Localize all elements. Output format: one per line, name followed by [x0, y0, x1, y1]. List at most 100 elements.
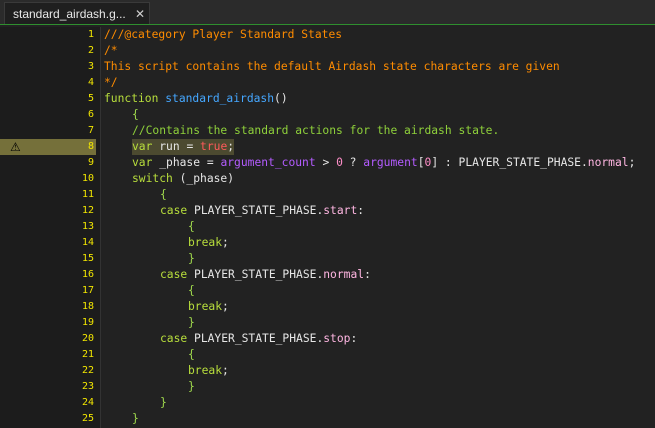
code-text: case PLAYER_STATE_PHASE.normal: — [160, 267, 371, 283]
line-number: 1 — [87, 29, 94, 40]
code-token: (_phase) — [179, 172, 235, 185]
line-number: 3 — [87, 61, 94, 72]
code-text: This script contains the default Airdash… — [104, 59, 560, 75]
code-line[interactable]: 6{ — [0, 107, 655, 123]
code-line[interactable]: 21 { — [0, 347, 655, 363]
code-text: } — [160, 395, 167, 411]
code-line[interactable]: 25} — [0, 411, 655, 427]
line-number: 21 — [81, 349, 94, 360]
line-number: 18 — [81, 301, 94, 312]
line-number: 25 — [81, 413, 94, 424]
code-token: = — [206, 156, 221, 169]
code-line[interactable]: 1 ///@category Player Standard States — [0, 27, 655, 43]
code-line[interactable]: 5 function standard_airdash() — [0, 91, 655, 107]
code-line[interactable]: 3 This script contains the default Airdas… — [0, 59, 655, 75]
code-token: ] : — [431, 156, 459, 169]
code-token: break — [188, 364, 223, 377]
code-token: PLAYER_STATE_PHASE. — [194, 204, 324, 217]
code-token: argument_count — [220, 156, 316, 169]
code-token: () — [274, 92, 288, 105]
code-text: { — [160, 187, 167, 203]
code-token: PLAYER_STATE_PHASE. — [194, 268, 324, 281]
code-text: var run = true; — [132, 139, 235, 155]
code-text: } — [188, 379, 195, 395]
code-token: 0 — [336, 156, 343, 169]
code-line[interactable]: 11 { — [0, 187, 655, 203]
code-line[interactable]: 9 var _phase = argument_count > 0 ? argum… — [0, 155, 655, 171]
code-line[interactable]: 8 ⚠ var run = true; — [0, 139, 655, 155]
code-token: { — [188, 220, 195, 233]
code-token: case — [160, 204, 195, 217]
code-line[interactable]: 22 break; — [0, 363, 655, 379]
code-line[interactable]: 15} — [0, 251, 655, 267]
code-token: switch — [132, 172, 180, 185]
code-text: } — [132, 411, 139, 427]
line-number: 2 — [87, 45, 94, 56]
code-text: ///@category Player Standard States — [104, 27, 342, 43]
code-line[interactable]: 17 { — [0, 283, 655, 299]
code-line[interactable]: 7 //Contains the standard actions for the… — [0, 123, 655, 139]
line-number: 22 — [81, 365, 94, 376]
code-line[interactable]: 2 /* — [0, 43, 655, 59]
code-token: : — [364, 268, 371, 281]
code-text: break; — [188, 299, 229, 315]
code-token: _phase — [159, 156, 207, 169]
code-line[interactable]: 12 case PLAYER_STATE_PHASE.start: — [0, 203, 655, 219]
code-token: function — [104, 92, 166, 105]
code-token: } — [188, 316, 195, 329]
code-token: var — [132, 156, 160, 169]
line-number: 4 — [87, 77, 94, 88]
code-token: case — [160, 268, 195, 281]
code-line[interactable]: 19} — [0, 315, 655, 331]
warning-icon[interactable]: ⚠ — [10, 140, 21, 154]
tab-label: standard_airdash.g... — [13, 6, 126, 21]
code-token: normal — [323, 268, 365, 281]
code-line[interactable]: 10 switch (_phase) — [0, 171, 655, 187]
code-text: /* — [104, 43, 118, 59]
line-number: 6 — [87, 109, 94, 120]
code-text: function standard_airdash() — [104, 91, 288, 107]
code-token: } — [188, 252, 195, 265]
code-token: standard_airdash — [165, 92, 275, 105]
code-token: PLAYER_STATE_PHASE. — [458, 156, 588, 169]
code-line[interactable]: 18 break; — [0, 299, 655, 315]
code-text: } — [188, 315, 195, 331]
code-editor[interactable]: 1 ///@category Player Standard States 2 /* 3… — [0, 27, 655, 428]
code-token: [ — [417, 156, 425, 169]
code-line[interactable]: 23} — [0, 379, 655, 395]
code-line[interactable]: 14 break; — [0, 235, 655, 251]
code-token: ; — [227, 140, 235, 153]
code-token: /* — [104, 44, 118, 57]
code-line[interactable]: 4 */ — [0, 75, 655, 91]
code-line[interactable]: 24} — [0, 395, 655, 411]
code-text: var _phase = argument_count > 0 ? argume… — [132, 155, 635, 171]
code-text: { — [188, 347, 195, 363]
tab-standard-airdash[interactable]: standard_airdash.g... ✕ — [4, 2, 150, 24]
line-number: 11 — [81, 189, 94, 200]
code-token: true — [200, 140, 228, 153]
code-text: { — [188, 283, 195, 299]
line-number: 12 — [81, 205, 94, 216]
code-token: ; — [628, 156, 636, 169]
code-token: ; — [222, 300, 229, 313]
line-number: 20 — [81, 333, 94, 344]
code-token: var — [132, 140, 160, 153]
code-token: ; — [222, 364, 229, 377]
code-line[interactable]: 16 case PLAYER_STATE_PHASE.normal: — [0, 267, 655, 283]
code-token: } — [132, 412, 139, 425]
code-text: case PLAYER_STATE_PHASE.start: — [160, 203, 364, 219]
code-text: { — [188, 219, 195, 235]
code-token: argument — [363, 156, 418, 169]
code-text: break; — [188, 363, 229, 379]
code-text: switch (_phase) — [132, 171, 234, 187]
tab-bar: standard_airdash.g... ✕ — [0, 0, 655, 25]
code-token: run — [159, 140, 187, 153]
close-icon[interactable]: ✕ — [135, 7, 145, 21]
code-token: ///@category Player Standard States — [104, 28, 343, 41]
code-line[interactable]: 13 { — [0, 219, 655, 235]
line-number: 7 — [87, 125, 94, 136]
code-text: //Contains the standard actions for the … — [132, 123, 499, 139]
line-number: 23 — [81, 381, 94, 392]
line-number: 17 — [81, 285, 94, 296]
code-line[interactable]: 20 case PLAYER_STATE_PHASE.stop: — [0, 331, 655, 347]
